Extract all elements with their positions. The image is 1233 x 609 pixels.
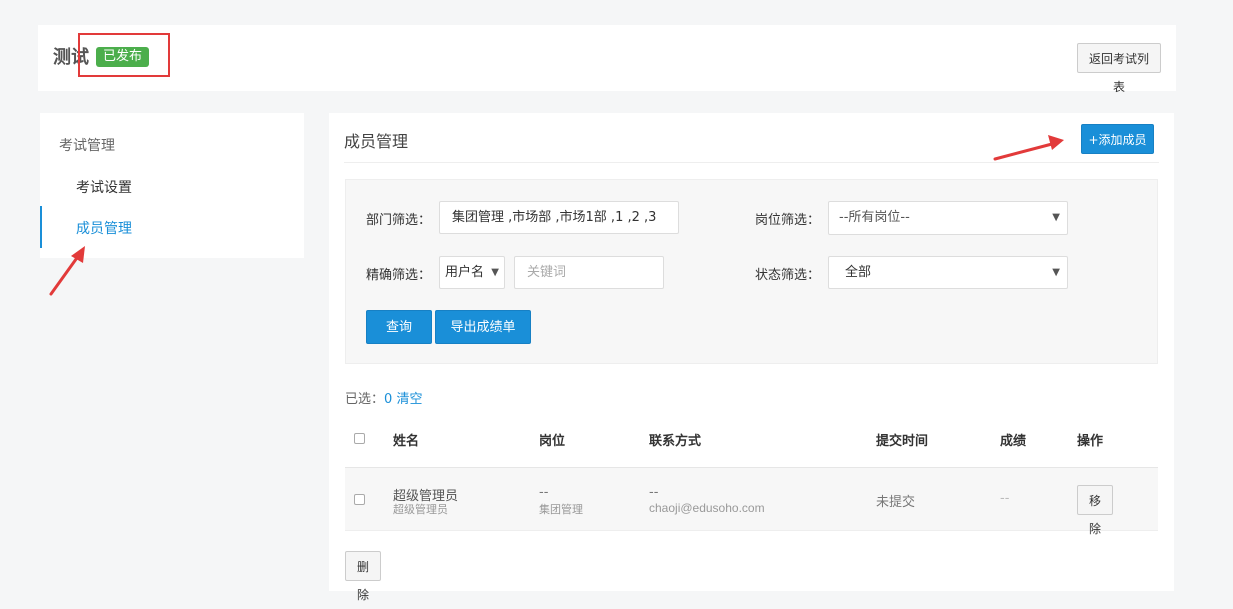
selected-label: 已选：	[345, 392, 385, 407]
sidebar-item-exam-settings[interactable]: 考试设置	[76, 177, 132, 197]
exact-filter-label: 精确筛选：	[366, 268, 432, 283]
member-submit-time: 未提交	[876, 495, 916, 510]
status-filter-label: 状态筛选：	[755, 268, 821, 283]
back-to-exam-list-button[interactable]: 返回考试列表	[1077, 43, 1161, 94]
column-header-action: 操作	[1077, 434, 1104, 449]
filter-panel: 部门筛选： 集团管理 ,市场部 ,市场1部 ,1 ,2 ,3 岗位筛选： --所…	[345, 179, 1158, 364]
section-divider	[344, 162, 1159, 163]
sidebar-active-indicator	[40, 206, 42, 248]
chevron-down-icon: ▼	[491, 267, 499, 278]
member-email: chaoji@edusoho.com	[649, 501, 765, 515]
department-filter-value: 集团管理 ,市场部 ,市场1部 ,1 ,2 ,3	[452, 210, 657, 225]
clear-selection-link[interactable]: 清空	[396, 392, 422, 407]
member-management-panel: 成员管理 +添加成员 部门筛选： 集团管理 ,市场部 ,市场1部 ,1 ,2 ,…	[329, 113, 1174, 602]
column-header-post: 岗位	[539, 434, 566, 449]
column-header-score: 成绩	[1000, 434, 1027, 449]
department-filter-label: 部门筛选：	[366, 213, 432, 228]
member-name-sub: 超级管理员	[393, 503, 448, 516]
keyword-placeholder: 关键词	[527, 265, 567, 280]
department-filter-input[interactable]: 集团管理 ,市场部 ,市场1部 ,1 ,2 ,3	[439, 201, 679, 234]
row-checkbox[interactable]	[354, 494, 365, 505]
select-all-checkbox[interactable]	[354, 433, 365, 444]
exam-header: 测试 已发布 返回考试列表	[38, 25, 1176, 94]
member-score: --	[1000, 491, 1010, 506]
member-post: --	[539, 485, 549, 500]
member-contact: --	[649, 485, 659, 500]
sidebar-item-member-management[interactable]: 成员管理	[76, 218, 132, 238]
query-button[interactable]: 查询	[366, 310, 432, 344]
column-header-submit-time: 提交时间	[876, 434, 929, 449]
delete-selected-button[interactable]: 删除	[345, 551, 381, 602]
annotation-highlight-box	[78, 33, 170, 77]
status-filter-value: 全部	[845, 265, 872, 280]
sidebar: 考试管理 考试设置 成员管理	[40, 113, 304, 258]
exact-filter-field-select[interactable]: 用户名 ▼	[439, 256, 505, 289]
chevron-down-icon: ▼	[1052, 267, 1060, 278]
chevron-down-icon: ▼	[1052, 212, 1060, 223]
table-row	[345, 468, 1158, 531]
add-member-button[interactable]: +添加成员	[1081, 124, 1154, 154]
selection-summary: 已选：0 清空	[345, 388, 422, 407]
keyword-input[interactable]: 关键词	[514, 256, 664, 289]
status-filter-select[interactable]: 全部 ▼	[828, 256, 1068, 289]
remove-member-button[interactable]: 移除	[1077, 485, 1113, 536]
section-title: 成员管理	[344, 132, 409, 151]
post-filter-select[interactable]: --所有岗位-- ▼	[828, 201, 1068, 235]
column-header-contact: 联系方式	[649, 434, 702, 449]
post-filter-label: 岗位筛选：	[755, 213, 821, 228]
exact-filter-field-value: 用户名	[445, 265, 485, 280]
member-department: 集团管理	[539, 503, 583, 516]
post-filter-value: --所有岗位--	[839, 210, 910, 225]
sidebar-group-label: 考试管理	[59, 138, 115, 154]
column-header-name: 姓名	[393, 434, 420, 449]
export-scores-button[interactable]: 导出成绩单	[435, 310, 531, 344]
selected-count: 0	[384, 392, 393, 407]
